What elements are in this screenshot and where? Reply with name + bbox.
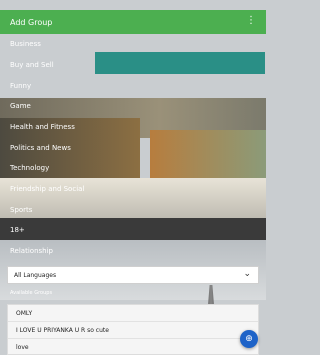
category-funny[interactable]: Funny: [0, 76, 266, 96]
app-title: Add Group: [10, 17, 53, 27]
list-item[interactable]: love: [8, 339, 258, 355]
groups-list: OMLY I LOVE U PRIYANKA U R so cute love: [7, 304, 259, 355]
list-item[interactable]: I LOVE U PRIYANKA U R so cute: [8, 322, 258, 339]
category-label: Friendship and Social: [10, 185, 85, 193]
category-politics-and-news[interactable]: Politics and News: [0, 138, 266, 158]
category-label: Funny: [10, 82, 32, 90]
category-game[interactable]: Game: [0, 96, 266, 116]
category-label: Technology: [10, 164, 50, 172]
category-label: Sports: [10, 206, 33, 214]
category-label: Politics and News: [10, 144, 71, 152]
group-name: OMLY: [16, 309, 33, 317]
category-label: Buy and Sell: [10, 61, 54, 69]
category-health-and-fitness[interactable]: Health and Fitness: [0, 117, 266, 137]
list-item[interactable]: OMLY: [8, 305, 258, 322]
more-vert-icon[interactable]: ⋮: [246, 15, 256, 27]
category-business[interactable]: Business: [0, 34, 266, 54]
category-buy-and-sell[interactable]: Buy and Sell: [0, 55, 266, 75]
category-label: 18+: [10, 226, 25, 234]
category-relationship[interactable]: Relationship: [0, 241, 266, 261]
available-groups-label: Available Groups: [10, 290, 53, 296]
category-technology[interactable]: Technology: [0, 158, 266, 178]
app-bar: Add Group ⋮: [0, 10, 266, 34]
category-label: Business: [10, 40, 41, 48]
category-label: Health and Fitness: [10, 123, 75, 131]
add-group-fab[interactable]: ⊕: [240, 330, 258, 348]
group-name: love: [16, 343, 29, 351]
language-select[interactable]: All Languages ⌄: [7, 266, 259, 284]
category-friendship-and-social[interactable]: Friendship and Social: [0, 179, 266, 199]
category-18-plus[interactable]: 18+: [0, 220, 266, 240]
category-sports[interactable]: Sports: [0, 200, 266, 220]
language-select-value: All Languages: [14, 271, 57, 279]
group-name: I LOVE U PRIYANKA U R so cute: [16, 326, 109, 334]
add-group-icon: ⊕: [245, 334, 253, 344]
chevron-down-icon: ⌄: [243, 269, 251, 279]
category-label: Relationship: [10, 247, 53, 255]
category-label: Game: [10, 102, 31, 110]
